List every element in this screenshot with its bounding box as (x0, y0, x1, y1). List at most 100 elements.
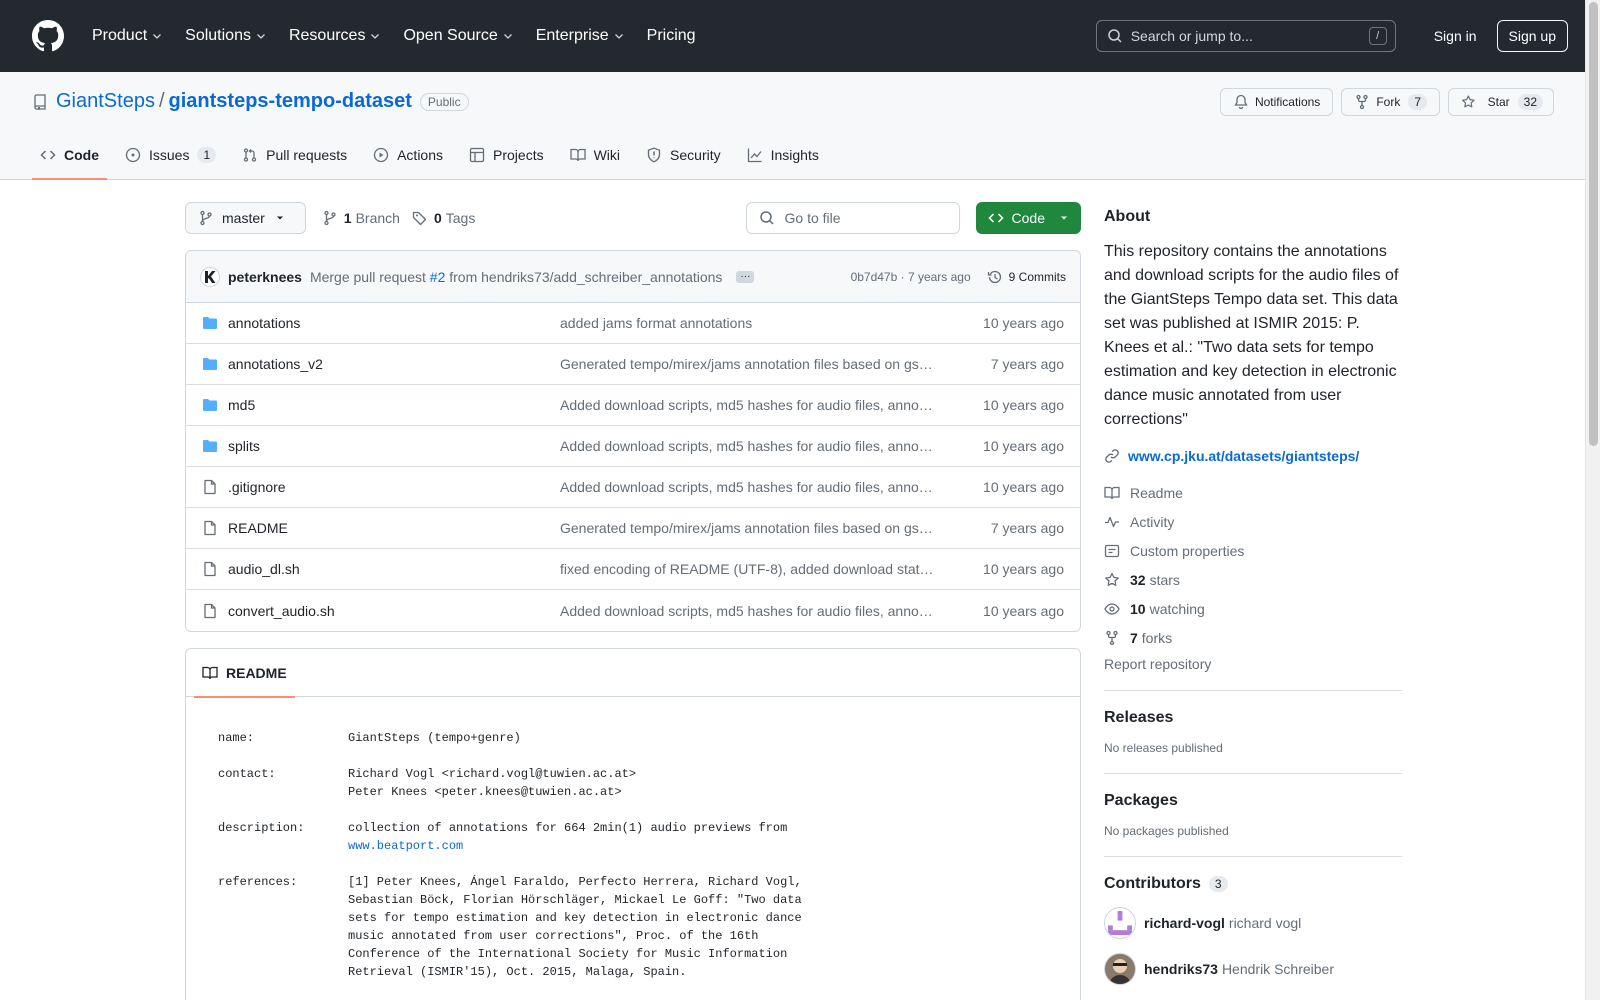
table-row[interactable]: audio_dl.sh fixed encoding of README (UTF… (186, 549, 1080, 590)
tab-wiki[interactable]: Wiki (562, 131, 628, 179)
tab-label: Security (670, 147, 721, 163)
tab-actions[interactable]: Actions (365, 131, 451, 179)
homepage-link[interactable]: www.cp.jku.at/datasets/giantsteps/ (1104, 448, 1402, 464)
readme-line: GiantSteps (tempo+genre) (348, 731, 521, 745)
repo-name-link[interactable]: giantsteps-tempo-dataset (169, 90, 412, 113)
main-column: master 1 Branch 0 Tags Go to file Code p… (185, 202, 1081, 1000)
watchers-link[interactable]: 10 watching (1104, 594, 1402, 623)
code-dropdown-button[interactable]: Code (975, 202, 1081, 234)
activity-link[interactable]: Activity (1104, 507, 1402, 536)
custom-properties-link[interactable]: Custom properties (1104, 536, 1402, 565)
commit-message[interactable]: Merge pull request #2 from hendriks73/ad… (310, 269, 722, 285)
global-header: Product Solutions Resources Open Source … (0, 0, 1600, 72)
readme-link[interactable]: Readme (1104, 478, 1402, 507)
contributor-row[interactable]: hendriks73 Hendrik Schreiber (1104, 953, 1402, 985)
book-icon (1104, 486, 1120, 499)
search-placeholder: Search or jump to... (1130, 28, 1253, 44)
file-commit-message[interactable]: Added download scripts, md5 hashes for a… (560, 479, 964, 495)
file-commit-message[interactable]: added jams format annotations (560, 315, 964, 331)
sign-in-link[interactable]: Sign in (1426, 22, 1485, 50)
about-description: This repository contains the annotations… (1104, 243, 1399, 428)
packages-heading[interactable]: Packages (1104, 792, 1402, 810)
avatar[interactable] (1104, 907, 1136, 939)
nav-resources[interactable]: Resources (281, 21, 389, 51)
repo-owner-link[interactable]: GiantSteps (56, 90, 155, 113)
report-repository-link[interactable]: Report repository (1104, 656, 1402, 672)
tab-pull-requests[interactable]: Pull requests (234, 131, 355, 179)
readme-link[interactable]: www.beatport.com (348, 839, 463, 853)
chevron-down-icon (257, 34, 265, 39)
tags-link[interactable]: 0 Tags (412, 210, 475, 226)
file-commit-age: 10 years ago (983, 561, 1064, 577)
table-row[interactable]: convert_audio.sh Added download scripts, … (186, 590, 1080, 631)
file-name-link[interactable]: audio_dl.sh (228, 561, 560, 577)
history-icon (987, 270, 1001, 283)
github-logo-icon[interactable] (32, 20, 64, 52)
file-commit-message[interactable]: fixed encoding of README (UTF-8), added … (560, 561, 964, 577)
file-commit-age: 10 years ago (983, 397, 1064, 413)
file-name-link[interactable]: annotations_v2 (228, 356, 560, 372)
tab-label: Projects (493, 147, 544, 163)
table-row[interactable]: splits Added download scripts, md5 hashes… (186, 426, 1080, 467)
scrollbar-thumb[interactable] (1589, 2, 1598, 446)
tab-insights[interactable]: Insights (739, 131, 827, 179)
page-scrollbar[interactable] (1585, 0, 1600, 1000)
notifications-button[interactable]: Notifications (1219, 88, 1334, 116)
file-type-icon (202, 561, 218, 577)
tab-projects[interactable]: Projects (461, 131, 552, 179)
commit-history-link[interactable]: 9 Commits (987, 269, 1066, 285)
readme-field-key: name: (218, 731, 255, 745)
tab-security[interactable]: Security (638, 131, 729, 179)
file-name-link[interactable]: md5 (228, 397, 560, 413)
file-name-link[interactable]: README (228, 520, 560, 536)
nav-product[interactable]: Product (84, 21, 171, 51)
forks-link[interactable]: 7 forks (1104, 623, 1402, 652)
contributor-row[interactable]: richard-vogl richard vogl (1104, 907, 1402, 939)
commit-pr-link[interactable]: #2 (430, 269, 446, 285)
file-list: annotations added jams format annotations… (186, 303, 1080, 631)
contributor-name: richard vogl (1228, 915, 1302, 931)
file-name-link[interactable]: .gitignore (228, 479, 560, 495)
nav-label: Solutions (185, 27, 251, 44)
file-commit-message[interactable]: Added download scripts, md5 hashes for a… (560, 603, 964, 619)
contributors-heading[interactable]: Contributors 3 (1104, 875, 1402, 893)
table-row[interactable]: md5 Added download scripts, md5 hashes fo… (186, 385, 1080, 426)
table-row[interactable]: annotations added jams format annotations… (186, 303, 1080, 344)
file-name-link[interactable]: annotations (228, 315, 560, 331)
table-row[interactable]: .gitignore Added download scripts, md5 ha… (186, 467, 1080, 508)
go-to-file-input[interactable]: Go to file (745, 202, 960, 234)
expand-commit-button[interactable]: ··· (736, 270, 755, 283)
issues-count: 1 (197, 147, 217, 163)
branch-select-button[interactable]: master (185, 202, 306, 234)
sign-up-button[interactable]: Sign up (1496, 20, 1568, 52)
nav-enterprise[interactable]: Enterprise (528, 21, 633, 51)
fork-button[interactable]: Fork 7 (1341, 88, 1440, 116)
file-icon (204, 479, 216, 495)
branches-link[interactable]: 1 Branch (322, 210, 400, 226)
tab-code[interactable]: Code (32, 131, 107, 180)
search-input[interactable]: Search or jump to... / (1095, 20, 1396, 52)
avatar[interactable] (200, 266, 220, 287)
nav-pricing[interactable]: Pricing (639, 21, 704, 51)
file-name-link[interactable]: splits (228, 438, 560, 454)
file-commit-message[interactable]: Added download scripts, md5 hashes for a… (560, 397, 964, 413)
activity-label: Activity (1130, 513, 1175, 530)
table-row[interactable]: annotations_v2 Generated tempo/mirex/jams… (186, 344, 1080, 385)
releases-heading[interactable]: Releases (1104, 709, 1402, 727)
file-name-link[interactable]: convert_audio.sh (228, 603, 560, 619)
stars-link[interactable]: 32 stars (1104, 565, 1402, 594)
commit-author-link[interactable]: peterknees (228, 269, 302, 285)
table-row[interactable]: README Generated tempo/mirex/jams annotat… (186, 508, 1080, 549)
file-icon (204, 520, 216, 536)
nav-solutions[interactable]: Solutions (177, 21, 275, 51)
header-actions: Search or jump to... / Sign in Sign up (1095, 20, 1568, 52)
avatar[interactable] (1104, 953, 1136, 985)
tab-issues[interactable]: Issues 1 (117, 131, 224, 179)
file-commit-message[interactable]: Generated tempo/mirex/jams annotation fi… (560, 520, 964, 536)
readme-tab[interactable]: README (194, 649, 295, 698)
file-commit-message[interactable]: Generated tempo/mirex/jams annotation fi… (560, 356, 964, 372)
nav-open-source[interactable]: Open Source (395, 21, 521, 51)
commit-sha-time[interactable]: 0b7d47b · 7 years ago (851, 270, 971, 284)
file-commit-message[interactable]: Added download scripts, md5 hashes for a… (560, 438, 964, 454)
star-button[interactable]: Star 32 (1448, 88, 1554, 116)
